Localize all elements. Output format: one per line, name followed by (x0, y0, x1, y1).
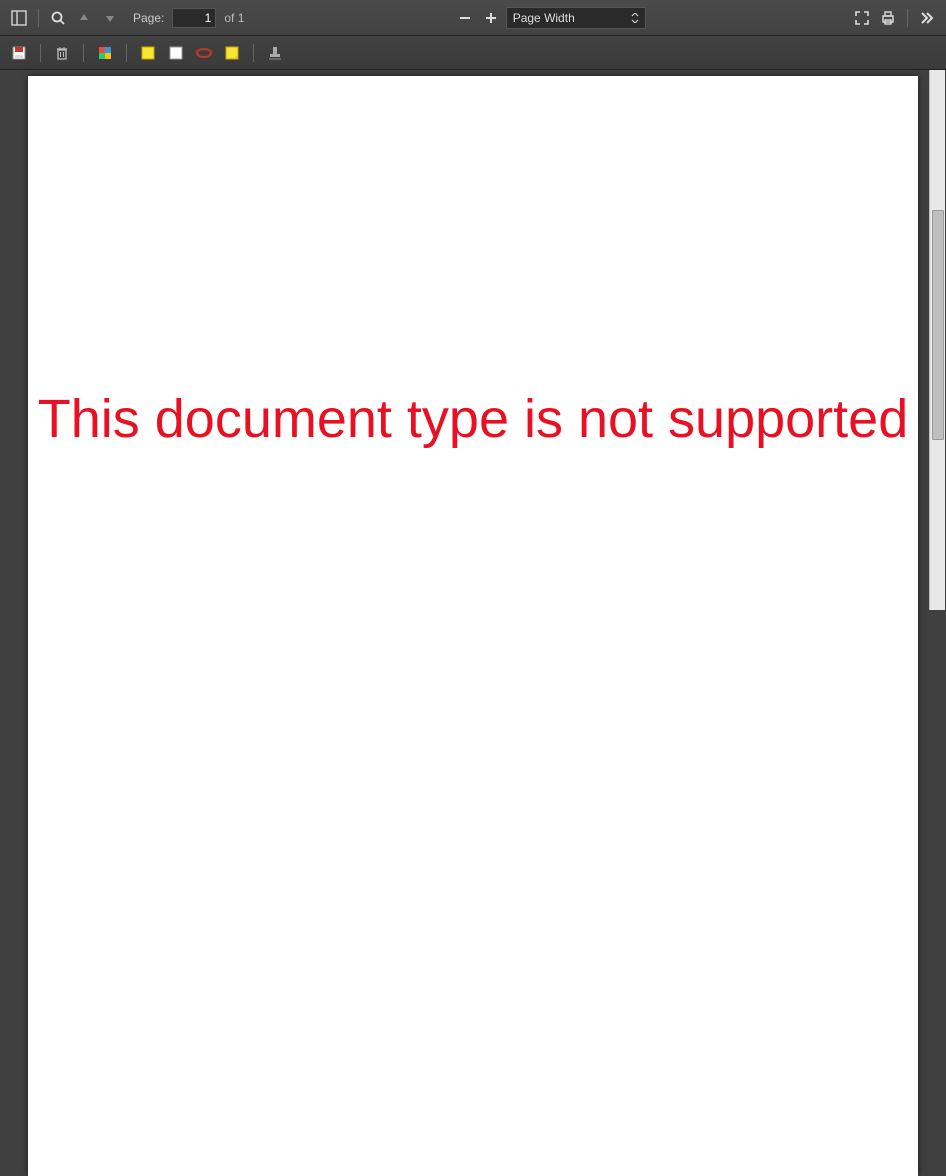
separator (83, 44, 84, 62)
ellipse-icon (195, 45, 213, 61)
zoom-in-button[interactable] (480, 7, 502, 29)
stamp-icon (267, 45, 283, 61)
more-tools-button[interactable] (916, 7, 938, 29)
save-icon (11, 45, 27, 61)
sticky-note-button[interactable] (221, 42, 243, 64)
trash-icon (54, 45, 70, 61)
zoom-select[interactable]: Page Width (506, 7, 646, 29)
highlight-icon (140, 45, 156, 61)
zoom-select-value: Page Width (513, 11, 575, 25)
ellipse-annot-button[interactable] (193, 42, 215, 64)
highlight-yellow-button[interactable] (137, 42, 159, 64)
next-page-button[interactable] (99, 7, 121, 29)
delete-button[interactable] (51, 42, 73, 64)
plus-icon (484, 11, 498, 25)
separator (907, 9, 908, 27)
prev-page-button[interactable] (73, 7, 95, 29)
chevrons-right-icon (919, 10, 935, 26)
fullscreen-icon (854, 10, 870, 26)
arrow-up-icon (77, 11, 91, 25)
zoom-out-button[interactable] (454, 7, 476, 29)
separator (126, 44, 127, 62)
separator (253, 44, 254, 62)
page-of-label: of 1 (224, 11, 244, 25)
scrollbar-thumb[interactable] (932, 210, 944, 440)
of-text: of (224, 11, 234, 25)
save-button[interactable] (8, 42, 30, 64)
print-icon (880, 10, 896, 26)
vertical-scrollbar[interactable] (929, 70, 945, 610)
palette-icon (97, 45, 113, 61)
select-arrows-icon (631, 13, 639, 23)
white-box-icon (168, 45, 184, 61)
arrow-down-icon (103, 11, 117, 25)
page-number-input[interactable] (172, 8, 216, 28)
primary-toolbar: Page: of 1 Page Width (0, 0, 946, 36)
minus-icon (458, 11, 472, 25)
separator (38, 9, 39, 27)
sticky-note-icon (224, 45, 240, 61)
page-total: 1 (238, 11, 245, 25)
toolbar-container: Page: of 1 Page Width (0, 0, 946, 70)
document-viewer: This document type is not supported (0, 70, 946, 616)
sidebar-toggle-button[interactable] (8, 7, 30, 29)
separator (40, 44, 41, 62)
color-palette-button[interactable] (94, 42, 116, 64)
fullscreen-button[interactable] (851, 7, 873, 29)
search-button[interactable] (47, 7, 69, 29)
document-page: This document type is not supported (28, 76, 918, 1176)
page-label: Page: (133, 11, 164, 25)
stamp-button[interactable] (264, 42, 286, 64)
sidebar-icon (11, 10, 27, 26)
annotation-toolbar (0, 36, 946, 70)
search-icon (50, 10, 66, 26)
highlight-white-button[interactable] (165, 42, 187, 64)
print-button[interactable] (877, 7, 899, 29)
unsupported-message: This document type is not supported (28, 376, 918, 462)
